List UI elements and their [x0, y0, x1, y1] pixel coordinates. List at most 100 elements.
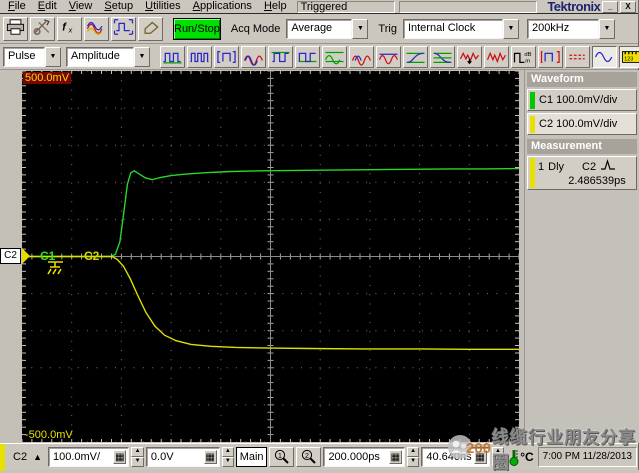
- trig-source-value: Internal Clock: [403, 19, 503, 39]
- menu-file[interactable]: File: [2, 0, 32, 13]
- cursors-icon[interactable]: [565, 46, 590, 68]
- close-button[interactable]: X: [620, 1, 636, 13]
- print-button[interactable]: [3, 17, 28, 41]
- color-waveform-button[interactable]: [84, 17, 109, 41]
- menu-view[interactable]: View: [63, 0, 99, 13]
- trig-source-select[interactable]: Internal Clock▼: [403, 19, 519, 39]
- vertical-offset-field[interactable]: 0.0V▦: [146, 447, 220, 467]
- spin-down-icon[interactable]: ▼: [222, 457, 235, 467]
- spin-down-icon[interactable]: ▼: [407, 457, 420, 467]
- main-toolbar: fx Run/Stop Acq Mode Average▼ Trig Inter…: [0, 14, 638, 44]
- horizontal-position-spinner[interactable]: ▲▼: [492, 447, 505, 467]
- menu-applications[interactable]: Applications: [187, 0, 258, 13]
- eraser-button[interactable]: [138, 17, 163, 41]
- readouts-icon[interactable]: 123: [619, 46, 639, 68]
- neg-overshoot-icon[interactable]: [484, 46, 509, 68]
- spin-up-icon[interactable]: ▲: [407, 447, 420, 457]
- tektronix-logo: Tektronix: [547, 0, 600, 14]
- tools-icon: [31, 18, 54, 39]
- formula-button[interactable]: fx: [57, 17, 82, 41]
- trig-rate-value: 200kHz: [527, 19, 599, 39]
- trig-rate-select[interactable]: 200kHz▼: [527, 19, 615, 39]
- channel-marker-arrow-icon[interactable]: [22, 248, 30, 264]
- menu-help[interactable]: Help: [258, 0, 293, 13]
- vertical-scale-spinner[interactable]: ▲▼: [131, 447, 144, 467]
- measure-type-select[interactable]: Amplitude▼: [66, 47, 150, 67]
- dbm-icon[interactable]: dBm: [511, 46, 536, 68]
- channel-color-strip: [0, 444, 5, 471]
- waveform-c2-button[interactable]: C2 100.0mV/div: [527, 113, 637, 135]
- keypad-icon[interactable]: ▦: [389, 450, 402, 464]
- horizontal-scale-field[interactable]: 200.000ps▦: [323, 447, 404, 467]
- temperature-indicator: °C: [508, 448, 533, 466]
- trace-label-c1: C1: [40, 250, 55, 263]
- spin-down-icon[interactable]: ▼: [131, 457, 144, 467]
- measurement-body: 1 Dly C2 2.486539ps: [538, 158, 634, 188]
- minimize-button[interactable]: _: [602, 1, 618, 13]
- mag2-button[interactable]: 2: [296, 447, 321, 467]
- measure-category-select[interactable]: Pulse▼: [3, 47, 61, 67]
- keypad-icon[interactable]: ▦: [113, 450, 126, 464]
- spin-up-icon[interactable]: ▲: [222, 447, 235, 457]
- tektronix-scope-window: File Edit View Setup Utilities Applicati…: [0, 0, 639, 470]
- vertical-scale-bottom-readout: -500.0mV: [23, 429, 75, 441]
- c2-scale-label: C2 100.0mV/div: [539, 118, 617, 130]
- measure-type-value: Amplitude: [66, 47, 134, 67]
- spin-down-icon[interactable]: ▼: [492, 457, 505, 467]
- dropdown-arrow-icon[interactable]: ▼: [134, 47, 150, 67]
- horizontal-position-field[interactable]: 40.640ns▦: [421, 447, 489, 467]
- measurement-item[interactable]: 1 Dly C2 2.486539ps: [527, 156, 637, 190]
- amplitude-icon[interactable]: [376, 46, 401, 68]
- run-stop-button[interactable]: Run/Stop: [173, 18, 221, 40]
- channel-selector[interactable]: C2: [13, 451, 27, 463]
- measurement-value: 2.486539ps: [538, 175, 634, 187]
- menu-setup[interactable]: Setup: [98, 0, 139, 13]
- vertical-scale-value: 100.0mV/: [53, 451, 111, 463]
- channel-up-icon[interactable]: ▲: [33, 452, 42, 462]
- horizontal-scale-spinner[interactable]: ▲▼: [407, 447, 420, 467]
- pos-overshoot-icon[interactable]: [457, 46, 482, 68]
- menu-edit[interactable]: Edit: [32, 0, 63, 13]
- spin-up-icon[interactable]: ▲: [492, 447, 505, 457]
- high-icon[interactable]: [268, 46, 293, 68]
- horizontal-position-value: 40.640ns: [426, 451, 471, 463]
- svg-text:x: x: [68, 25, 73, 34]
- vertical-scale-field[interactable]: 100.0mV/▦: [48, 447, 129, 467]
- menu-utilities[interactable]: Utilities: [139, 0, 186, 13]
- ac-rms-icon[interactable]: [241, 46, 266, 68]
- trigger-status: Triggered: [297, 1, 396, 13]
- gated-pulse-icon[interactable]: [538, 46, 563, 68]
- dropdown-arrow-icon[interactable]: ▼: [352, 19, 368, 39]
- rise-time-icon[interactable]: [403, 46, 428, 68]
- dropdown-arrow-icon[interactable]: ▼: [45, 47, 61, 67]
- dropdown-arrow-icon[interactable]: ▼: [503, 19, 519, 39]
- acq-mode-select[interactable]: Average▼: [286, 19, 368, 39]
- vertical-offset-spinner[interactable]: ▲▼: [222, 447, 235, 467]
- frequency-icon[interactable]: [187, 46, 212, 68]
- display-toggle-group: 123: [565, 46, 639, 68]
- period-icon[interactable]: [160, 46, 185, 68]
- tools-button[interactable]: [30, 17, 55, 41]
- channel-marker[interactable]: C2: [0, 248, 21, 264]
- datetime-readout: 7:00 PM 11/28/2013: [538, 447, 637, 467]
- dropdown-arrow-icon[interactable]: ▼: [599, 19, 615, 39]
- spin-up-icon[interactable]: ▲: [131, 447, 144, 457]
- temp-unit-label: °C: [520, 450, 533, 464]
- c1-color-stripe: [530, 92, 535, 109]
- svg-text:1: 1: [278, 453, 282, 460]
- waveform-c1-button[interactable]: C1 100.0mV/div: [527, 89, 637, 111]
- low-icon[interactable]: [295, 46, 320, 68]
- waveform-display-icon[interactable]: [592, 46, 617, 68]
- display-area: 500.0mV -500.0mV C1C2 C2 Waveform C1 100…: [0, 70, 638, 443]
- keypad-icon[interactable]: ▦: [204, 450, 217, 464]
- mag1-button[interactable]: 1: [269, 447, 294, 467]
- acq-mode-label: Acq Mode: [231, 23, 281, 35]
- mid-icon[interactable]: [322, 46, 347, 68]
- timebase-indicator[interactable]: Main: [236, 447, 267, 467]
- cycle-rms-icon[interactable]: [349, 46, 374, 68]
- keypad-icon[interactable]: ▦: [474, 450, 487, 464]
- fall-time-icon[interactable]: [430, 46, 455, 68]
- zoom-waveform-button[interactable]: [111, 17, 136, 41]
- formula-icon: fx: [58, 18, 81, 39]
- gated-width-icon[interactable]: [214, 46, 239, 68]
